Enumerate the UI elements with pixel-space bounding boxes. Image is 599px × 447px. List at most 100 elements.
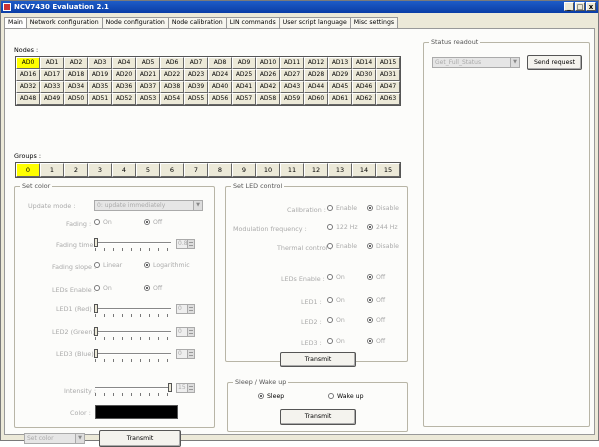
color-swatch[interactable] xyxy=(95,405,178,419)
node-button[interactable]: AD51 xyxy=(88,93,112,105)
node-button[interactable]: AD36 xyxy=(112,81,136,93)
node-button[interactable]: AD16 xyxy=(16,69,40,81)
node-button[interactable]: AD39 xyxy=(184,81,208,93)
slope-log-radio[interactable]: Logarithmic xyxy=(144,262,190,269)
node-button[interactable]: AD46 xyxy=(352,81,376,93)
node-button[interactable]: AD56 xyxy=(208,93,232,105)
node-button[interactable]: AD59 xyxy=(280,93,304,105)
node-button[interactable]: AD58 xyxy=(256,93,280,105)
node-button[interactable]: AD9 xyxy=(232,57,256,69)
node-button[interactable]: AD5 xyxy=(136,57,160,69)
node-button[interactable]: AD11 xyxy=(280,57,304,69)
node-button[interactable]: AD47 xyxy=(376,81,400,93)
led3-slider[interactable] xyxy=(94,349,171,362)
tab-network-configuration[interactable]: Network configuration xyxy=(25,17,103,28)
sleep-radio[interactable]: Sleep xyxy=(258,393,284,400)
group-button[interactable]: 11 xyxy=(280,163,304,177)
node-button[interactable]: AD63 xyxy=(376,93,400,105)
node-button[interactable]: AD8 xyxy=(208,57,232,69)
led2-off-radio[interactable]: Off xyxy=(367,317,385,324)
node-button[interactable]: AD38 xyxy=(160,81,184,93)
node-button[interactable]: AD53 xyxy=(136,93,160,105)
node-button[interactable]: AD13 xyxy=(328,57,352,69)
thermal-enable-radio[interactable]: Enable xyxy=(327,243,357,250)
node-button[interactable]: AD0 xyxy=(16,57,40,69)
group-button[interactable]: 10 xyxy=(256,163,280,177)
node-button[interactable]: AD31 xyxy=(376,69,400,81)
node-button[interactable]: AD30 xyxy=(352,69,376,81)
led3-on-radio[interactable]: On xyxy=(327,338,345,345)
node-button[interactable]: AD19 xyxy=(88,69,112,81)
node-button[interactable]: AD35 xyxy=(88,81,112,93)
led-control-transmit-button[interactable]: Transmit xyxy=(280,352,356,367)
node-button[interactable]: AD1 xyxy=(40,57,64,69)
spin-arrows-icon[interactable] xyxy=(187,350,194,358)
led1-slider[interactable] xyxy=(94,304,171,317)
update-mode-select[interactable]: 0: update immediately ▼ xyxy=(94,200,203,211)
node-button[interactable]: AD17 xyxy=(40,69,64,81)
spin-arrows-icon[interactable] xyxy=(187,240,194,248)
node-button[interactable]: AD43 xyxy=(280,81,304,93)
tab-user-script-language[interactable]: User script language xyxy=(278,17,351,28)
tab-node-configuration[interactable]: Node configuration xyxy=(101,17,169,28)
send-request-button[interactable]: Send request xyxy=(527,55,582,70)
group-button[interactable]: 2 xyxy=(64,163,88,177)
node-button[interactable]: AD24 xyxy=(208,69,232,81)
intensity-spinner[interactable]: 15 xyxy=(176,383,195,393)
led-ctrl-on-radio[interactable]: On xyxy=(327,274,345,281)
spin-arrows-icon[interactable] xyxy=(187,384,194,392)
node-button[interactable]: AD26 xyxy=(256,69,280,81)
node-button[interactable]: AD7 xyxy=(184,57,208,69)
fading-off-radio[interactable]: Off xyxy=(144,219,162,226)
slope-linear-radio[interactable]: Linear xyxy=(94,262,122,269)
node-button[interactable]: AD28 xyxy=(304,69,328,81)
node-button[interactable]: AD29 xyxy=(328,69,352,81)
led2-spinner[interactable]: 0 xyxy=(176,327,195,337)
node-button[interactable]: AD2 xyxy=(64,57,88,69)
node-button[interactable]: AD42 xyxy=(256,81,280,93)
node-button[interactable]: AD15 xyxy=(376,57,400,69)
group-button[interactable]: 15 xyxy=(376,163,400,177)
tab-node-calibration[interactable]: Node calibration xyxy=(167,17,227,28)
node-button[interactable]: AD54 xyxy=(160,93,184,105)
group-button[interactable]: 7 xyxy=(184,163,208,177)
node-button[interactable]: AD49 xyxy=(40,93,64,105)
node-button[interactable]: AD3 xyxy=(88,57,112,69)
fading-time-spinner[interactable]: 0.8 xyxy=(176,239,195,249)
node-button[interactable]: AD61 xyxy=(328,93,352,105)
leds-off-radio[interactable]: Off xyxy=(144,285,162,292)
slider-thumb[interactable] xyxy=(94,238,98,247)
node-button[interactable]: AD21 xyxy=(136,69,160,81)
wake-radio[interactable]: Wake up xyxy=(328,393,364,400)
node-button[interactable]: AD23 xyxy=(184,69,208,81)
maximize-button[interactable]: □ xyxy=(575,2,585,11)
node-button[interactable]: AD10 xyxy=(256,57,280,69)
group-button[interactable]: 8 xyxy=(208,163,232,177)
led1-on-radio[interactable]: On xyxy=(327,297,345,304)
node-button[interactable]: AD33 xyxy=(40,81,64,93)
group-button[interactable]: 3 xyxy=(88,163,112,177)
led2-slider[interactable] xyxy=(94,327,171,340)
group-button[interactable]: 4 xyxy=(112,163,136,177)
freq-244-radio[interactable]: 244 Hz xyxy=(367,224,398,231)
led-ctrl-off-radio[interactable]: Off xyxy=(367,274,385,281)
led1-spinner[interactable]: 0 xyxy=(176,304,195,314)
node-button[interactable]: AD52 xyxy=(112,93,136,105)
group-button[interactable]: 14 xyxy=(352,163,376,177)
node-button[interactable]: AD50 xyxy=(64,93,88,105)
intensity-slider[interactable] xyxy=(95,383,172,396)
led3-off-radio[interactable]: Off xyxy=(367,338,385,345)
thermal-disable-radio[interactable]: Disable xyxy=(367,243,399,250)
node-button[interactable]: AD34 xyxy=(64,81,88,93)
freq-122-radio[interactable]: 122 Hz xyxy=(327,224,358,231)
node-button[interactable]: AD57 xyxy=(232,93,256,105)
spin-arrows-icon[interactable] xyxy=(187,328,194,336)
node-button[interactable]: AD45 xyxy=(328,81,352,93)
group-button[interactable]: 12 xyxy=(304,163,328,177)
node-button[interactable]: AD27 xyxy=(280,69,304,81)
node-button[interactable]: AD4 xyxy=(112,57,136,69)
node-button[interactable]: AD18 xyxy=(64,69,88,81)
tab-misc-settings[interactable]: Misc settings xyxy=(349,17,399,28)
node-button[interactable]: AD14 xyxy=(352,57,376,69)
spin-arrows-icon[interactable] xyxy=(187,305,194,313)
